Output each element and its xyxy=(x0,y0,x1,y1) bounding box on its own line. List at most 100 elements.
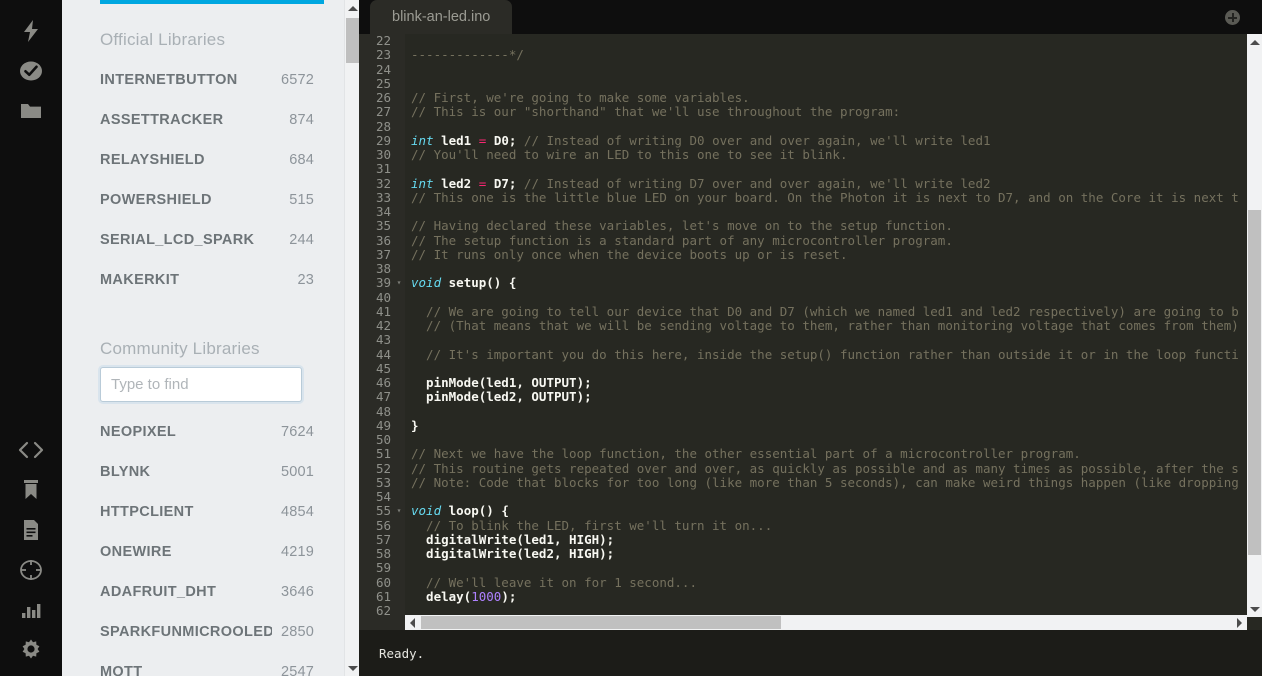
code-line[interactable]: 36 // The setup function is a standard pa… xyxy=(359,233,1238,248)
code-line[interactable]: 54 xyxy=(359,489,1238,504)
library-row[interactable]: ONEWIRE 4219 xyxy=(62,532,344,572)
code-line[interactable]: 55 ▾ void loop() { xyxy=(359,503,1238,518)
library-row[interactable]: ASSETTRACKER 874 xyxy=(62,100,344,140)
code-line[interactable]: 23 -------------*/ xyxy=(359,47,1238,63)
code-line[interactable]: 33 // This one is the little blue LED on … xyxy=(359,190,1238,205)
editor-scroll-right-icon[interactable] xyxy=(1232,615,1247,630)
status-text: Ready. xyxy=(379,645,425,661)
code-line[interactable]: 37 // It runs only once when the device b… xyxy=(359,247,1238,262)
code-line[interactable]: 57 digitalWrite(led1, HIGH); xyxy=(359,532,1238,547)
code-token: led1 xyxy=(441,132,479,148)
line-number: 42 xyxy=(375,318,391,333)
sidebar-scroll-up-icon[interactable] xyxy=(345,0,359,16)
sidebar-scroll-thumb[interactable] xyxy=(346,18,359,63)
plus-icon[interactable] xyxy=(1225,10,1240,25)
code-line[interactable]: 35 // Having declared these variables, le… xyxy=(359,218,1238,233)
code-line[interactable]: 42 // (That means that we will be sendin… xyxy=(359,318,1238,333)
library-row[interactable]: HTTPCLIENT 4854 xyxy=(62,492,344,532)
code-token: // We'll leave it on for 1 second... xyxy=(411,574,697,590)
code-line[interactable]: 31 xyxy=(359,161,1238,176)
library-row[interactable]: NEOPIXEL 7624 xyxy=(62,412,344,452)
code-line[interactable]: 25 xyxy=(359,75,1238,91)
code-line[interactable]: 40 xyxy=(359,290,1238,305)
code-line[interactable]: 45 xyxy=(359,361,1238,376)
code-line[interactable]: 29 int led1 = D0; // Instead of writing D… xyxy=(359,132,1238,148)
code-line[interactable]: 41 // We are going to tell our device th… xyxy=(359,304,1238,319)
library-row[interactable]: SERIAL_LCD_SPARK 244 xyxy=(62,220,344,260)
libraries-sidebar: Official Libraries INTERNETBUTTON 6572 ASS… xyxy=(62,0,359,676)
editor-horizontal-scroll-thumb[interactable] xyxy=(421,616,781,629)
flash-icon[interactable] xyxy=(0,11,62,51)
code-line[interactable]: 32 int led2 = D7; // Instead of writing D… xyxy=(359,175,1238,191)
code-line[interactable]: 50 xyxy=(359,432,1238,447)
code-brackets-icon[interactable] xyxy=(0,430,62,470)
code-line[interactable]: 48 xyxy=(359,404,1238,419)
library-name: SPARKFUNMICROOLED xyxy=(100,624,272,640)
line-number: 25 xyxy=(375,75,391,91)
code-token: -------------*/ xyxy=(411,47,524,63)
sidebar-scroll-content: Official Libraries INTERNETBUTTON 6572 ASS… xyxy=(62,0,344,676)
library-row[interactable]: POWERSHIELD 515 xyxy=(62,180,344,220)
code-line[interactable]: 46 pinMode(led1, OUTPUT); xyxy=(359,375,1238,390)
code-line[interactable]: 38 xyxy=(359,261,1238,276)
editor-tabbar: blink-an-led.ino xyxy=(359,0,1262,34)
code-line[interactable]: 44 // It's important you do this here, i… xyxy=(359,347,1238,362)
verify-check-icon[interactable] xyxy=(0,51,62,91)
document-icon[interactable] xyxy=(0,510,62,550)
community-libraries-heading: Community Libraries xyxy=(100,339,260,358)
code-line[interactable]: 47 pinMode(led2, OUTPUT); xyxy=(359,389,1238,404)
editor-vertical-scroll-thumb[interactable] xyxy=(1248,210,1261,555)
code-line[interactable]: 49} xyxy=(359,418,1238,433)
library-row[interactable]: RELAYSHIELD 684 xyxy=(62,140,344,180)
code-line[interactable]: 56 // To blink the LED, first we'll turn… xyxy=(359,517,1238,533)
sidebar-scroll-down-icon[interactable] xyxy=(345,660,359,676)
code-line[interactable]: 39 ▾ void setup() { xyxy=(359,275,1238,290)
code-line[interactable]: 24 xyxy=(359,62,1238,77)
editor-vertical-scrollbar[interactable] xyxy=(1247,34,1262,617)
code-fold-arrow-icon[interactable]: ▾ xyxy=(395,276,403,290)
code-line[interactable]: 53 // Note: Code that blocks for too long… xyxy=(359,475,1238,490)
chart-bars-icon[interactable] xyxy=(0,590,62,630)
gear-icon[interactable] xyxy=(0,630,62,670)
line-number: 26 xyxy=(375,90,391,105)
code-fold-arrow-icon[interactable]: ▾ xyxy=(395,504,403,518)
library-search-input[interactable] xyxy=(100,367,302,402)
target-icon[interactable] xyxy=(0,550,62,590)
code-line[interactable]: 51 // Next we have the loop function, the… xyxy=(359,446,1238,461)
code-line[interactable]: 59 xyxy=(359,560,1238,575)
official-libraries-list: INTERNETBUTTON 6572 ASSETTRACKER 874 RELAYSH… xyxy=(62,60,344,300)
editor-scroll-up-icon[interactable] xyxy=(1247,34,1262,50)
code-editor[interactable]: 22 23 -------------*/ 24 25 26 // First, we're… xyxy=(359,34,1262,630)
code-line[interactable]: 28 xyxy=(359,119,1238,134)
tab-blink-an-led[interactable]: blink-an-led.ino xyxy=(370,0,513,34)
code-line[interactable]: 26 // First, we're going to make some var… xyxy=(359,90,1238,105)
code-line[interactable]: 52 // This routine gets repeated over and… xyxy=(359,461,1238,476)
bookmark-icon[interactable] xyxy=(0,470,62,510)
code-line[interactable]: 43 xyxy=(359,332,1238,347)
code-line[interactable]: 61 delay(1000); xyxy=(359,588,1238,604)
sidebar-scrollbar[interactable] xyxy=(344,0,359,676)
library-row[interactable]: INTERNETBUTTON 6572 xyxy=(62,60,344,100)
library-row[interactable]: BLYNK 5001 xyxy=(62,452,344,492)
editor-scroll-left-icon[interactable] xyxy=(405,615,420,630)
code-line[interactable]: 27 // This is our "shorthand" that we'll … xyxy=(359,104,1238,119)
code-line[interactable]: 22 xyxy=(359,34,1238,48)
line-number: 29 xyxy=(375,132,391,148)
code-token: 1000 xyxy=(471,588,502,604)
editor-horizontal-scrollbar[interactable] xyxy=(405,615,1247,630)
code-line[interactable]: 30 // You'll need to wire an LED to this … xyxy=(359,147,1238,162)
code-lines[interactable]: 22 23 -------------*/ 24 25 26 // First, we're… xyxy=(359,34,1238,617)
library-name: RELAYSHIELD xyxy=(100,152,205,168)
code-token: int xyxy=(411,175,442,191)
code-line[interactable]: 34 xyxy=(359,204,1238,219)
code-line[interactable]: 58 digitalWrite(led2, HIGH); xyxy=(359,546,1238,561)
code-token: digitalWrite(led2, HIGH); xyxy=(411,546,615,561)
library-row[interactable]: MAKERKIT 23 xyxy=(62,260,344,300)
library-row[interactable]: SPARKFUNMICROOLED 2850 xyxy=(62,612,344,652)
library-row[interactable]: ADAFRUIT_DHT 3646 xyxy=(62,572,344,612)
code-line[interactable]: 60 // We'll leave it on for 1 second... xyxy=(359,574,1238,590)
folder-icon[interactable] xyxy=(0,91,62,131)
line-number: 56 xyxy=(375,517,391,533)
editor-scroll-down-icon[interactable] xyxy=(1247,601,1262,617)
library-row[interactable]: MQTT 2547 xyxy=(62,652,344,676)
